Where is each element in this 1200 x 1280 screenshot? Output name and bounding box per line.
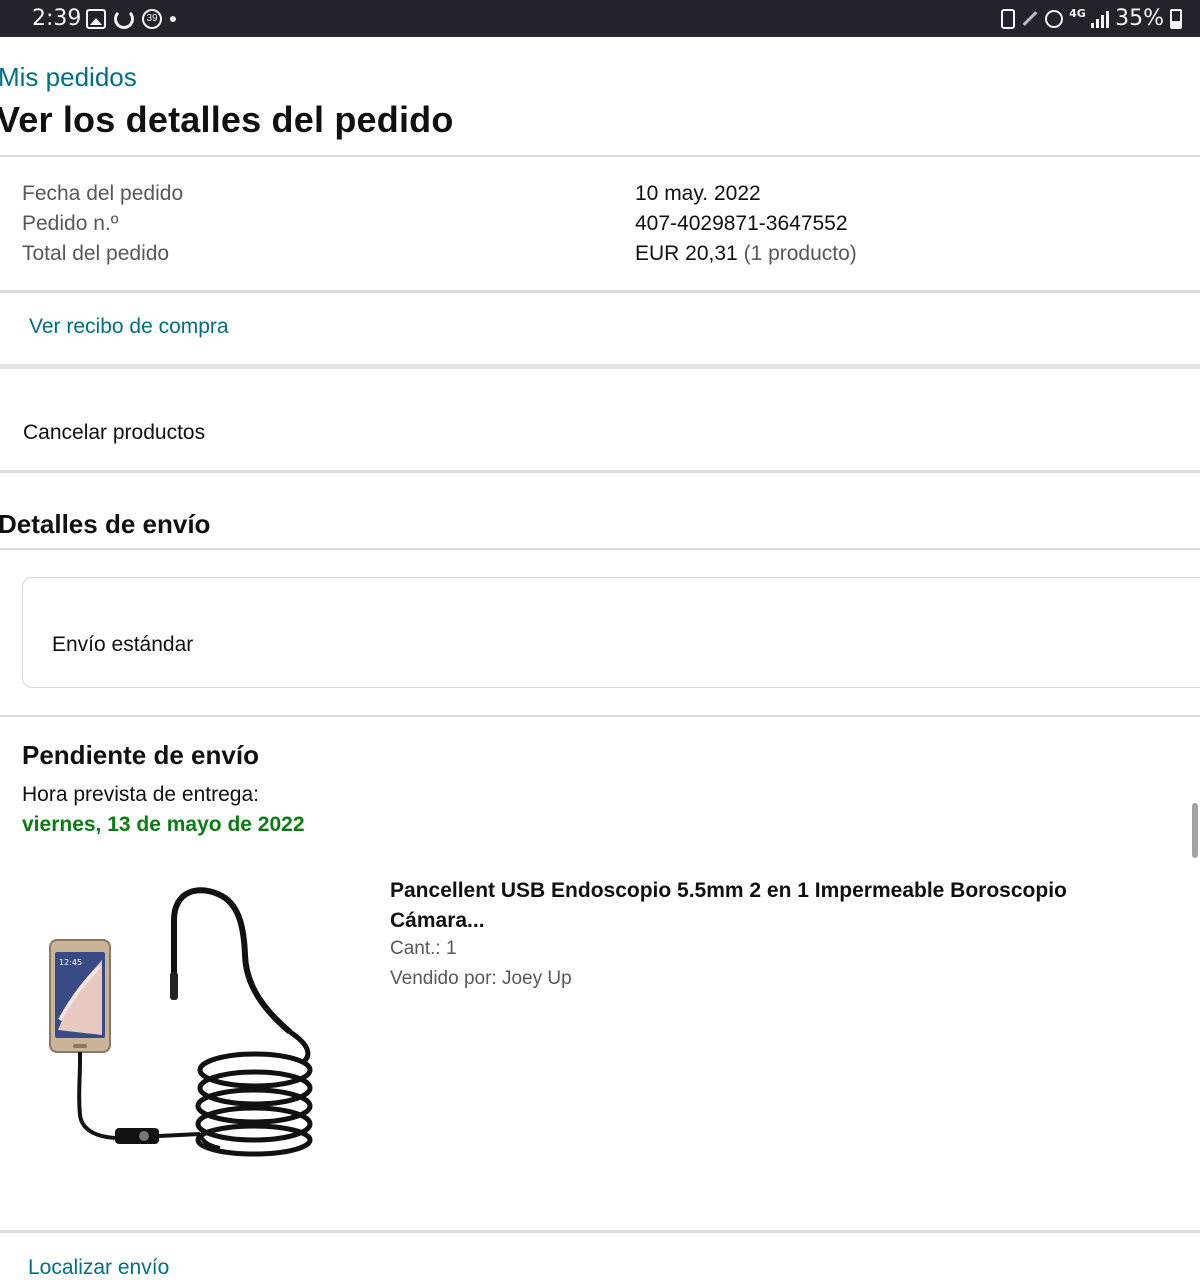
shipping-method-box: Envío estándar (22, 577, 1200, 688)
order-number-label: Pedido n.º (22, 212, 119, 235)
shipping-details-title: Detalles de envío (0, 509, 211, 539)
order-number-value: 407-4029871-3647552 (635, 212, 848, 235)
network-4g-icon: 4G (1069, 6, 1086, 20)
order-date-value: 10 may. 2022 (635, 182, 761, 205)
track-shipment-link[interactable]: Localizar envío (28, 1256, 169, 1280)
status-bar: 2:39 39 4G 35% (0, 0, 1200, 37)
order-info-values: 10 may. 2022 407-4029871-3647552 EUR 20,… (635, 179, 857, 269)
divider (0, 715, 1200, 717)
breadcrumb-mis-pedidos[interactable]: Mis pedidos (0, 62, 137, 93)
divider (0, 364, 1200, 369)
divider (0, 1230, 1200, 1233)
view-receipt-link[interactable]: Ver recibo de compra (29, 315, 229, 339)
gallery-icon (86, 9, 106, 29)
eta-label: Hora prevista de entrega: (22, 783, 259, 806)
page-title: Ver los detalles del pedido (0, 99, 454, 140)
divider (0, 470, 1200, 473)
signal-icon (1091, 10, 1110, 28)
eta-date: viernes, 13 de mayo de 2022 (22, 813, 305, 836)
order-total-amount: EUR 20,31 (635, 242, 738, 265)
divider (0, 548, 1200, 550)
shipping-method: Envío estándar (52, 633, 194, 656)
refresh-icon (114, 9, 134, 29)
scrollbar-thumb[interactable] (1192, 803, 1198, 858)
product-title-link[interactable]: Pancellent USB Endoscopio 5.5mm 2 en 1 I… (390, 876, 1150, 936)
product-quantity: Cant.: 1 (390, 938, 457, 959)
divider (0, 290, 1200, 293)
battery-percent: 35% (1115, 6, 1164, 31)
product-seller: Vendido por: Joey Up (390, 968, 572, 989)
battery-saver-icon (1001, 8, 1016, 29)
pen-icon (1022, 11, 1038, 26)
order-total-count: (1 producto) (743, 242, 857, 265)
product-image[interactable]: 12:45 (40, 880, 330, 1170)
order-date-label: Fecha del pedido (22, 182, 184, 205)
dot-icon (170, 16, 176, 22)
alarm-icon (1045, 9, 1064, 28)
order-total-value: EUR 20,31 (1 producto) (635, 239, 857, 269)
status-left-icons: 39 (86, 9, 176, 29)
endoscope-image: 12:45 (49, 887, 313, 1157)
order-info-labels: Fecha del pedido Pedido n.º Total del pe… (22, 179, 183, 269)
divider (0, 155, 1200, 157)
badge-39-icon: 39 (142, 9, 162, 29)
status-right-icons: 4G 35% (1001, 6, 1182, 31)
phone-screen-time: 12:45 (59, 958, 82, 967)
battery-icon (1170, 8, 1182, 29)
cancel-products-button[interactable]: Cancelar productos (23, 421, 205, 445)
shipment-status: Pendiente de envío (22, 740, 259, 770)
order-total-label: Total del pedido (22, 242, 170, 265)
status-time: 2:39 (32, 6, 82, 31)
